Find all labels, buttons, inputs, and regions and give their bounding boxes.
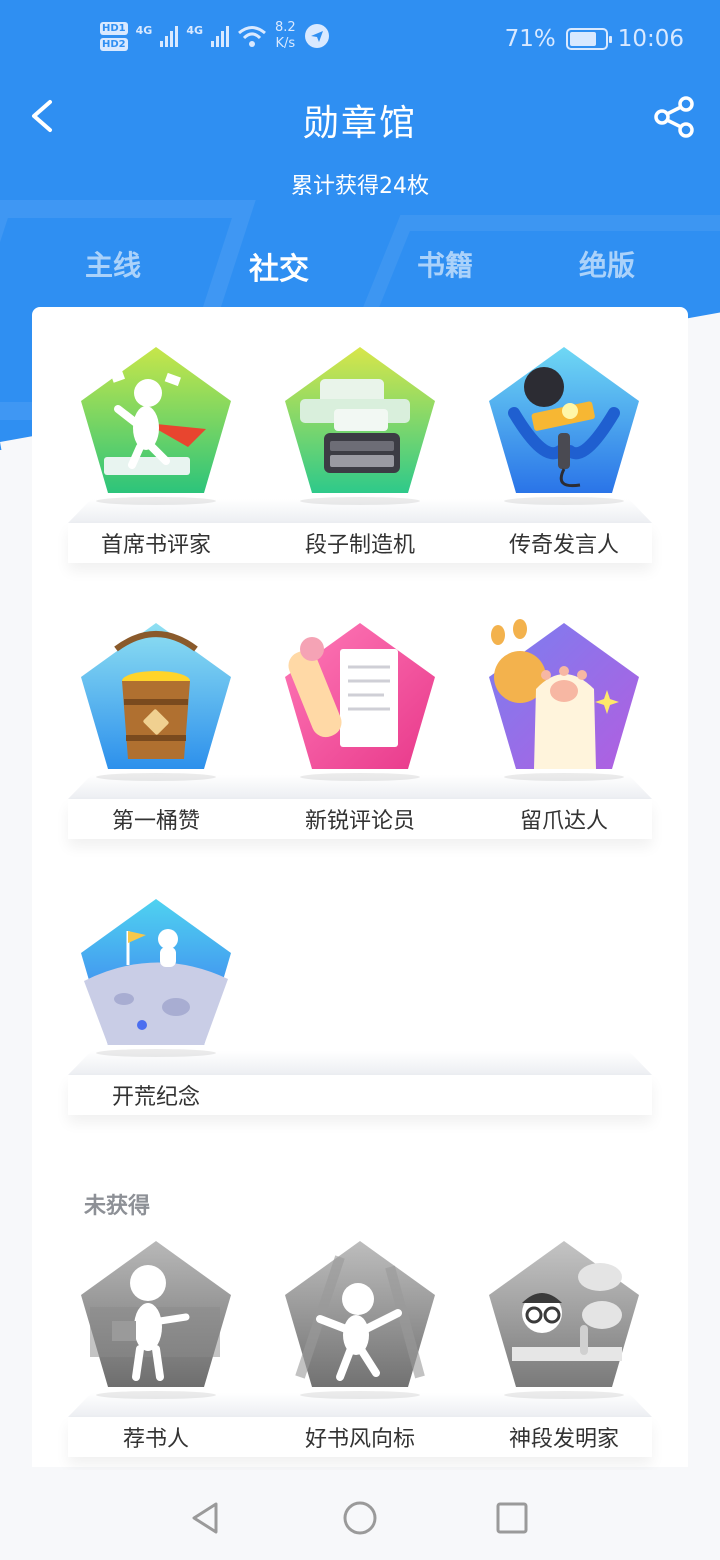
- recommender-badge-icon[interactable]: [76, 1237, 236, 1397]
- back-triangle-icon[interactable]: [186, 1498, 226, 1538]
- paw-badge-icon[interactable]: [484, 619, 644, 779]
- badge-label: 传奇发言人: [508, 533, 619, 558]
- status-bar: HD1 HD2 4G 4G 8.2 K/s 71% 10:06: [0, 0, 720, 84]
- net-type-label: 4G: [186, 24, 204, 37]
- badge-label: 开荒纪念: [111, 1085, 200, 1110]
- page-title: 勋章馆: [302, 103, 417, 144]
- clock: 10:06: [617, 26, 684, 52]
- critic-badge-icon[interactable]: [76, 343, 236, 503]
- inventor-badge-icon[interactable]: [484, 1237, 644, 1397]
- badge-label: 留爪达人: [519, 809, 608, 834]
- nav-bar: 勋章馆: [0, 84, 720, 154]
- signal-icon: [160, 25, 179, 47]
- home-circle-icon[interactable]: [340, 1498, 380, 1538]
- badge-label: 首席书评家: [100, 533, 211, 558]
- net-type-label: 4G: [135, 24, 153, 37]
- hd2-badge: HD2: [100, 37, 128, 51]
- tab-main[interactable]: 主线: [48, 244, 178, 284]
- signal-icon: [211, 25, 230, 47]
- badge-label: 好书风向标: [304, 1427, 415, 1452]
- tab-limited[interactable]: 绝版: [542, 244, 672, 284]
- tab-books[interactable]: 书籍: [380, 244, 510, 284]
- bucket-badge-icon[interactable]: [76, 619, 236, 779]
- share-icon: [654, 96, 694, 138]
- badge-panel: 首席书评家 段子制造机 传奇发言人 第一桶赞 新锐评论员 留爪达人 开荒纪念 荐…: [32, 307, 688, 1467]
- badge-label: 新锐评论员: [304, 809, 415, 834]
- recents-square-icon[interactable]: [492, 1498, 532, 1538]
- badge-label: 荐书人: [122, 1427, 189, 1452]
- net-speed-value: 8.2: [275, 20, 296, 35]
- status-left: HD1 HD2 4G 4G 8.2 K/s: [100, 20, 330, 52]
- tab-social[interactable]: 社交: [214, 244, 344, 288]
- send-icon: [304, 24, 329, 48]
- battery-percent: 71%: [504, 26, 556, 52]
- unearned-section-title: 未获得: [84, 1194, 151, 1219]
- typewriter-badge-icon[interactable]: [280, 343, 440, 503]
- wifi-icon: [238, 26, 266, 47]
- badge-count: 累计获得24枚: [291, 174, 429, 199]
- trendsetter-badge-icon[interactable]: [280, 1237, 440, 1397]
- hd-indicators: HD1 HD2: [100, 21, 128, 51]
- pencil-badge-icon[interactable]: [280, 619, 440, 779]
- hd1-badge: HD1: [100, 21, 128, 35]
- moon-astronaut-badge-icon[interactable]: [76, 895, 236, 1055]
- net-speed-unit: K/s: [275, 36, 296, 51]
- badge-label: 第一桶赞: [111, 809, 200, 834]
- category-tabs: 主线 社交 书籍 绝版: [0, 244, 720, 294]
- status-right: 71% 10:06: [505, 26, 684, 52]
- badge-label: 神段发明家: [508, 1427, 619, 1452]
- microphone-badge-icon[interactable]: [484, 343, 644, 503]
- battery-icon: [565, 28, 612, 50]
- net-speed: 8.2 K/s: [275, 20, 296, 52]
- system-nav-bar: [0, 1470, 720, 1560]
- share-button[interactable]: [652, 94, 698, 140]
- badge-label: 段子制造机: [304, 533, 415, 558]
